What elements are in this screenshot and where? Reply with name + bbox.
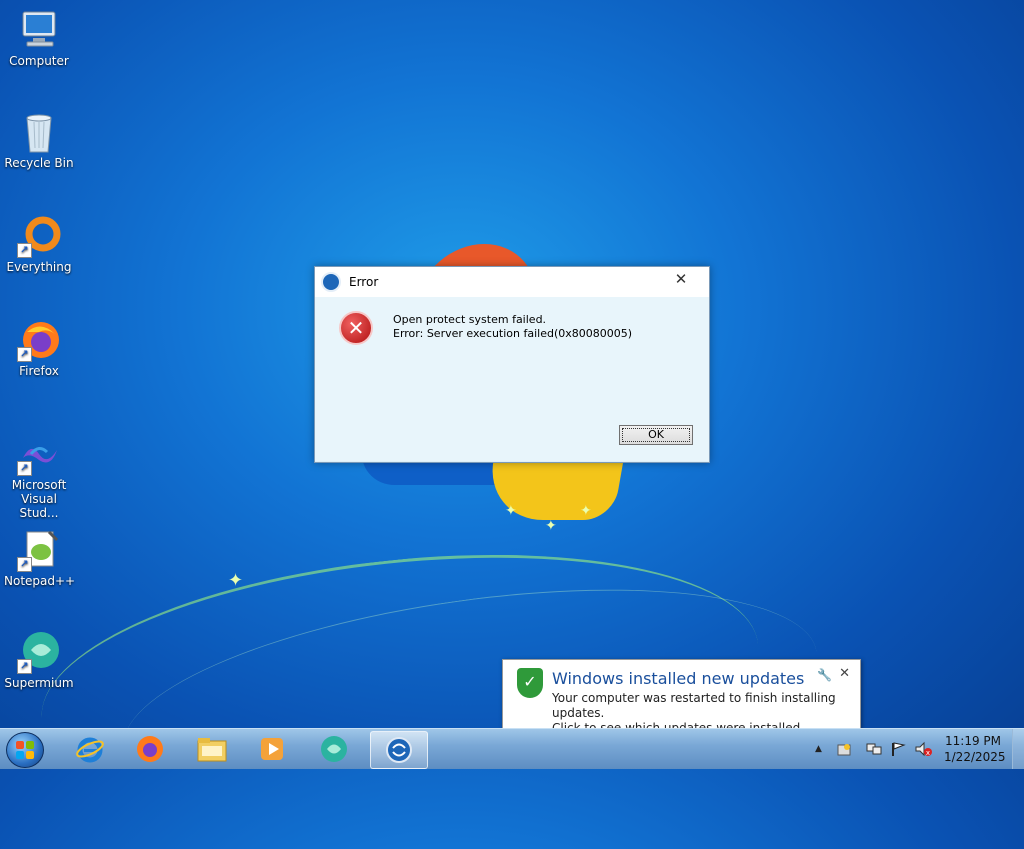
supermium-icon: ↗ [17, 630, 61, 674]
windows-logo-icon [16, 741, 34, 759]
desktop-icon-notepadpp[interactable]: ↗ Notepad++ [4, 528, 76, 588]
recycle-bin-icon [17, 110, 61, 154]
clock-time: 11:19 PM [945, 734, 1001, 748]
desktop-icon-label: Microsoft Visual Stud... [11, 478, 67, 520]
taskbar-running-app[interactable] [370, 731, 428, 769]
action-center-icon[interactable] [836, 741, 852, 761]
show-desktop-button[interactable] [1012, 729, 1024, 769]
desktop-icon-label: Everything [6, 260, 72, 274]
firefox-icon: ↗ [17, 318, 61, 362]
wallpaper-sparkle: ✦ [545, 518, 557, 534]
dialog-close-button[interactable]: ✕ [671, 270, 691, 288]
error-icon: ✕ [339, 311, 373, 345]
update-notification[interactable]: ✓ Windows installed new updates Your com… [502, 659, 861, 735]
desktop-icon-label: Firefox [19, 364, 59, 378]
notepadpp-icon: ↗ [17, 528, 61, 572]
shortcut-arrow-icon: ↗ [17, 461, 32, 476]
volume-muted-icon[interactable]: x [914, 741, 932, 761]
desktop-icon-everything[interactable]: ↗ Everything [4, 214, 74, 274]
shortcut-arrow-icon: ↗ [17, 659, 32, 674]
options-icon[interactable]: 🔧 [817, 668, 832, 682]
dialog-message-line: Error: Server execution failed(0x8008000… [393, 327, 633, 340]
notification-close-button[interactable]: ✕ [839, 666, 850, 681]
notification-line: Your computer was restarted to finish in… [552, 691, 836, 720]
clock-date: 1/22/2025 [944, 750, 1006, 764]
shortcut-arrow-icon: ↗ [17, 347, 32, 362]
app-running-icon [386, 737, 412, 763]
firefox-icon [137, 736, 163, 762]
notification-title[interactable]: Windows installed new updates [552, 669, 804, 688]
network-icon[interactable] [866, 741, 882, 761]
dialog-message-line: Open protect system failed. [393, 313, 547, 326]
taskbar-firefox[interactable] [122, 731, 178, 767]
media-player-icon [261, 738, 283, 760]
start-button[interactable] [6, 732, 44, 768]
taskbar-media-player[interactable] [244, 731, 300, 767]
wallpaper-sparkle: ✦ [580, 503, 592, 519]
show-hidden-icons-arrow[interactable]: ▲ [815, 744, 822, 754]
taskbar-internet-explorer[interactable] [62, 731, 118, 767]
taskbar: ▲ x 11:19 PM 1/22/2025 [0, 728, 1024, 769]
internet-explorer-icon [76, 737, 104, 763]
wallpaper-sparkle: ✦ [228, 570, 244, 591]
error-dialog: Error ✕ ✕ Open protect system failed. Er… [314, 266, 710, 463]
file-explorer-icon [197, 738, 227, 762]
desktop-icon-recycle-bin[interactable]: Recycle Bin [4, 110, 74, 170]
supermium-icon [321, 736, 347, 762]
desktop-icon-label: Notepad++ [4, 574, 76, 588]
shortcut-arrow-icon: ↗ [17, 557, 32, 572]
computer-icon [17, 8, 61, 52]
system-clock[interactable]: 11:19 PM 1/22/2025 [944, 733, 1006, 765]
shield-icon: ✓ [517, 668, 543, 698]
desktop-icon-label: Computer [9, 54, 69, 68]
desktop-icon-firefox[interactable]: ↗ Firefox [4, 318, 74, 378]
dialog-message: Open protect system failed. Error: Serve… [393, 313, 632, 341]
desktop-icon-label: Recycle Bin [4, 156, 74, 170]
dialog-title: Error [349, 275, 379, 289]
taskbar-supermium[interactable] [306, 731, 362, 767]
dialog-body: ✕ Open protect system failed. Error: Ser… [315, 297, 709, 461]
ok-button[interactable]: OK [619, 425, 693, 445]
desktop-icon-visual-studio[interactable]: ↗ Microsoft Visual Stud... [4, 432, 74, 520]
flag-icon[interactable] [890, 741, 906, 761]
dialog-titlebar[interactable]: Error ✕ [315, 267, 709, 297]
desktop-icon-label: Supermium [4, 676, 74, 690]
svg-text:x: x [926, 749, 930, 757]
everything-icon: ↗ [17, 214, 61, 258]
taskbar-file-explorer[interactable] [184, 731, 240, 767]
visual-studio-icon: ↗ [17, 432, 61, 476]
wallpaper-sparkle: ✦ [505, 503, 517, 519]
desktop-icon-computer[interactable]: Computer [4, 8, 74, 68]
app-icon [321, 272, 341, 292]
shortcut-arrow-icon: ↗ [17, 243, 32, 258]
desktop-icon-supermium[interactable]: ↗ Supermium [4, 630, 74, 690]
